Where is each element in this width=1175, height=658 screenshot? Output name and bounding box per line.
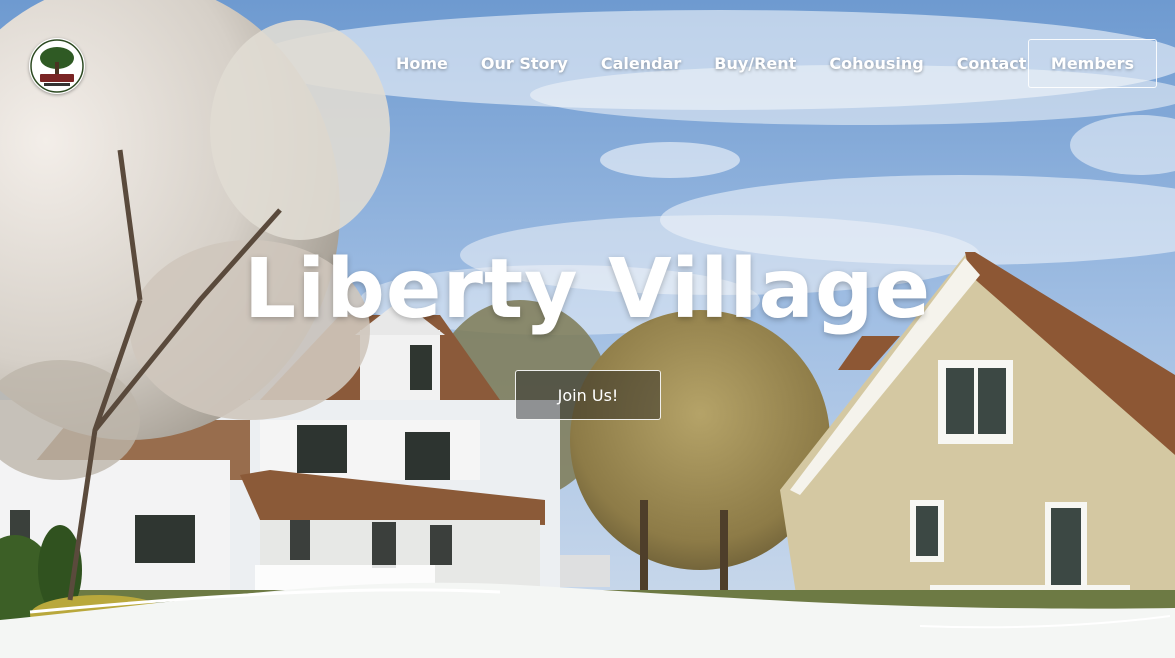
nav-home[interactable]: Home: [396, 54, 448, 74]
nav-buy-rent[interactable]: Buy/Rent: [714, 54, 796, 74]
site-logo[interactable]: [29, 38, 85, 94]
hero-section: Home Our Story Calendar Buy/Rent Cohousi…: [0, 0, 1175, 658]
nav-our-story[interactable]: Our Story: [481, 54, 568, 74]
nav-contact[interactable]: Contact: [957, 54, 1027, 74]
nav-cohousing[interactable]: Cohousing: [829, 54, 923, 74]
main-nav: Home Our Story Calendar Buy/Rent Cohousi…: [396, 54, 1059, 74]
tree-logo-icon: [30, 39, 84, 93]
members-button[interactable]: Members: [1028, 39, 1157, 88]
hero-title: Liberty Village: [243, 242, 932, 337]
join-us-button[interactable]: Join Us!: [515, 370, 661, 420]
nav-calendar[interactable]: Calendar: [601, 54, 681, 74]
